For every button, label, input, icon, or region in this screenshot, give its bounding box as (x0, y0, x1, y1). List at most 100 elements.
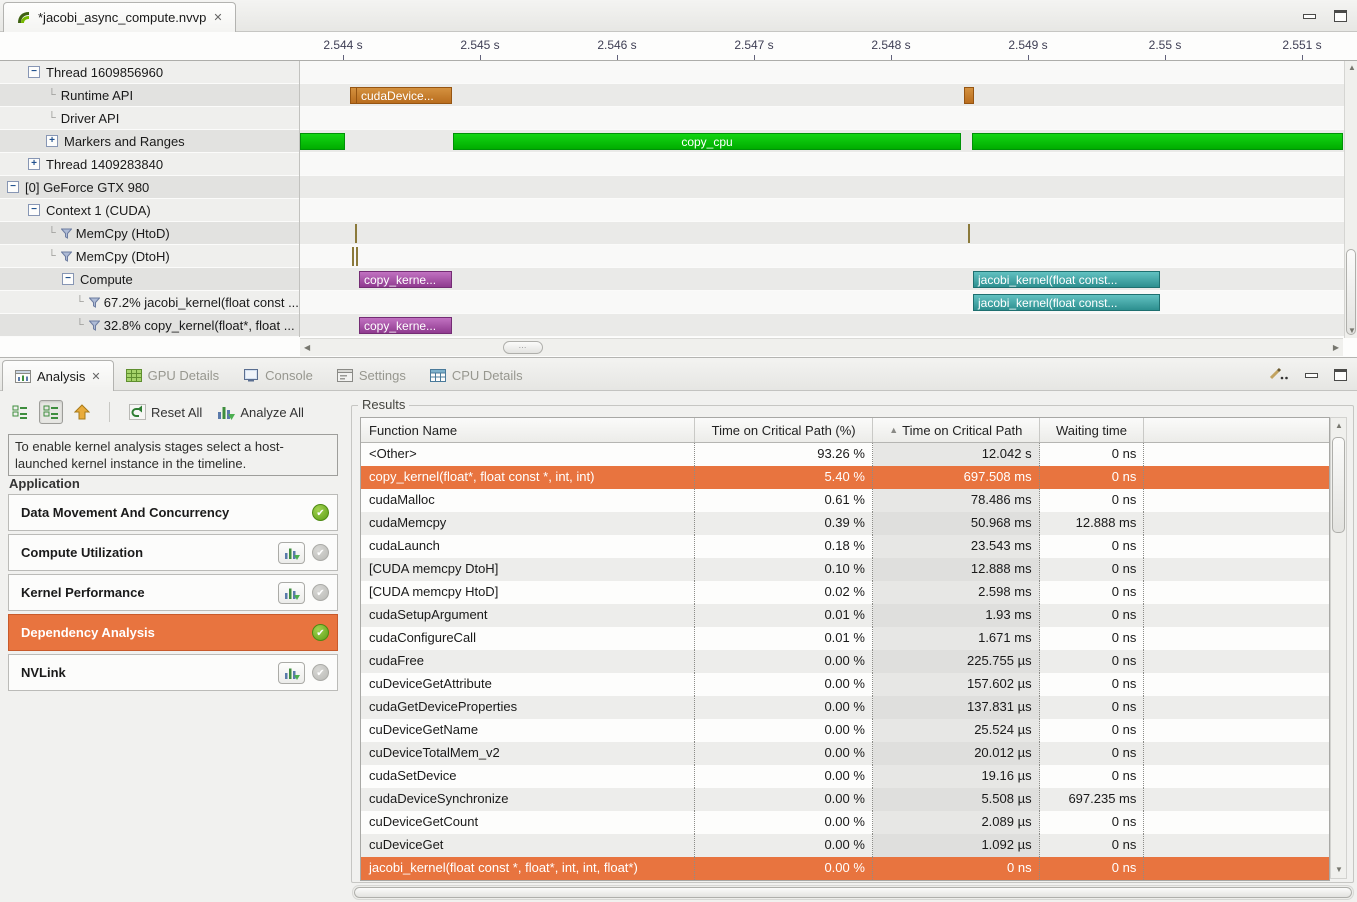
scroll-down-icon[interactable]: ▼ (1335, 866, 1343, 874)
timeline-bar-memline[interactable] (968, 224, 970, 243)
tree-row-memcpy-htod[interactable]: └MemCpy (HtoD) (0, 222, 299, 245)
expand-icon[interactable]: + (28, 158, 40, 170)
scroll-left-icon[interactable]: ◀ (304, 344, 310, 352)
timeline-bar-memline[interactable] (352, 247, 354, 266)
timeline-lane-runtime-api[interactable]: cudaDevice... (300, 84, 1344, 107)
timeline-ruler[interactable]: 2.544 s2.545 s2.546 s2.547 s2.548 s2.549… (0, 32, 1357, 61)
minimize-icon[interactable] (1305, 373, 1318, 378)
tab-gpu-details[interactable]: GPU Details (114, 360, 232, 391)
timeline-bar-copy-kerne[interactable]: copy_kerne... (359, 271, 452, 288)
tree-row-67-2-jacobi-kernel-float-const[interactable]: └67.2% jacobi_kernel(float const ... (0, 291, 299, 314)
tree-row-compute[interactable]: −Compute (0, 268, 299, 291)
scroll-up-icon[interactable]: ▲ (1348, 64, 1356, 72)
results-column-header-function-name[interactable]: Function Name (361, 418, 695, 442)
timeline-lane-67-2-jacobi-kernel-float-const[interactable]: jacobi_kernel(float const... (300, 291, 1344, 314)
timeline-bar-jacobi-kernel-float-const[interactable]: jacobi_kernel(float const... (973, 294, 1160, 311)
expand-analysis-list-button[interactable] (8, 400, 32, 424)
timeline-lane-thread-1409283840[interactable] (300, 153, 1344, 176)
stage-compute-utilization[interactable]: Compute Utilization✔ (8, 534, 338, 571)
results-row-cuda-memcpy-htod[interactable]: [CUDA memcpy HtoD]0.02 %2.598 ms0 ns (361, 581, 1329, 604)
results-row-cudevicegetattribute[interactable]: cuDeviceGetAttribute0.00 %157.602 µs0 ns (361, 673, 1329, 696)
tree-row-runtime-api[interactable]: └Runtime API (0, 84, 299, 107)
timeline-lane-32-8-copy-kernel-float-float[interactable]: copy_kerne... (300, 314, 1344, 337)
results-column-header-waiting-time[interactable]: Waiting time (1040, 418, 1145, 442)
collapse-icon[interactable]: − (28, 204, 40, 216)
results-row-cudevicegetname[interactable]: cuDeviceGetName0.00 %25.524 µs0 ns (361, 719, 1329, 742)
scroll-right-icon[interactable]: ▶ (1333, 344, 1339, 352)
results-row-cudamalloc[interactable]: cudaMalloc0.61 %78.486 ms0 ns (361, 489, 1329, 512)
timeline-bar-copy-kerne[interactable]: copy_kerne... (359, 317, 452, 334)
timeline-hscrollbar[interactable]: ◀ ⋯ ▶ (300, 338, 1343, 356)
minimize-icon[interactable] (1303, 14, 1316, 19)
results-row-cuda-memcpy-dtoh[interactable]: [CUDA memcpy DtoH]0.10 %12.888 ms0 ns (361, 558, 1329, 581)
timeline-bar-marker[interactable] (300, 133, 345, 150)
timeline-lane-markers-and-ranges[interactable]: copy_cpu (300, 130, 1344, 153)
scroll-down-icon[interactable]: ▼ (1348, 327, 1356, 335)
view-menu-icon[interactable] (1269, 367, 1289, 383)
filter-icon[interactable] (61, 251, 72, 262)
stage-nvlink[interactable]: NVLink✔ (8, 654, 338, 691)
timeline-bar-copy-cpu[interactable]: copy_cpu (453, 133, 961, 150)
results-row-cudamemcpy[interactable]: cudaMemcpy0.39 %50.968 ms12.888 ms (361, 512, 1329, 535)
tree-row-0-geforce-gtx-980[interactable]: −[0] GeForce GTX 980 (0, 176, 299, 199)
results-row-cudevicegetcount[interactable]: cuDeviceGetCount0.00 %2.089 µs0 ns (361, 811, 1329, 834)
timeline-lane-driver-api[interactable] (300, 107, 1344, 130)
timeline-vscroll-handle[interactable] (1346, 249, 1356, 335)
maximize-icon[interactable] (1334, 10, 1347, 22)
results-hscrollbar[interactable] (352, 885, 1354, 900)
timeline-vscrollbar[interactable]: ▲ ▼ (1344, 61, 1357, 338)
timeline-bar-marker[interactable] (972, 133, 1343, 150)
tree-row-memcpy-dtoh[interactable]: └MemCpy (DtoH) (0, 245, 299, 268)
results-row-cudalaunch[interactable]: cudaLaunch0.18 %23.543 ms0 ns (361, 535, 1329, 558)
results-row-cudevicetotalmem-v2[interactable]: cuDeviceTotalMem_v20.00 %20.012 µs0 ns (361, 742, 1329, 765)
timeline-lane-thread-1609856960[interactable] (300, 61, 1344, 84)
filter-icon[interactable] (61, 228, 72, 239)
timeline-bar-cudadevice[interactable]: cudaDevice... (356, 87, 452, 104)
results-column-header-blank[interactable] (1144, 418, 1329, 442)
close-icon[interactable]: ✕ (213, 11, 222, 24)
timeline-bar-jacobi-kernel-float-const[interactable]: jacobi_kernel(float const... (973, 271, 1160, 288)
promote-stage-button[interactable] (70, 400, 94, 424)
maximize-icon[interactable] (1334, 369, 1347, 381)
timeline-lane-memcpy-dtoh[interactable] (300, 245, 1344, 268)
results-row-cudagetdeviceproperties[interactable]: cudaGetDeviceProperties0.00 %137.831 µs0… (361, 696, 1329, 719)
tab-analysis[interactable]: Analysis✕ (2, 360, 114, 391)
timeline-lane-memcpy-htod[interactable] (300, 222, 1344, 245)
timeline-bar-memline[interactable] (355, 224, 357, 243)
timeline-bar-runtime[interactable] (964, 87, 974, 104)
reset-all-button[interactable]: Reset All (125, 402, 206, 422)
tab-settings[interactable]: Settings (325, 360, 418, 391)
timeline-lane-context-1-cuda[interactable] (300, 199, 1344, 222)
stage-data-movement-and-concurrency[interactable]: Data Movement And Concurrency✔ (8, 494, 338, 531)
results-row-cudeviceget[interactable]: cuDeviceGet0.00 %1.092 µs0 ns (361, 834, 1329, 857)
expand-icon[interactable]: + (46, 135, 58, 147)
timeline-lane-0-geforce-gtx-980[interactable] (300, 176, 1344, 199)
editor-tab-jacobi-async-compute[interactable]: *jacobi_async_compute.nvvp ✕ (3, 2, 236, 32)
results-row-jacobi-kernel-float-const-float-int-int-float[interactable]: jacobi_kernel(float const *, float*, int… (361, 857, 1329, 880)
collapse-analysis-list-button[interactable] (39, 400, 63, 424)
tree-row-driver-api[interactable]: └Driver API (0, 107, 299, 130)
tree-row-markers-and-ranges[interactable]: +Markers and Ranges (0, 130, 299, 153)
tree-row-context-1-cuda[interactable]: −Context 1 (CUDA) (0, 199, 299, 222)
tab-cpu-details[interactable]: CPU Details (418, 360, 535, 391)
results-row-copy-kernel-float-float-const-int-int[interactable]: copy_kernel(float*, float const *, int, … (361, 466, 1329, 489)
close-icon[interactable]: ✕ (91, 370, 100, 383)
collapse-icon[interactable]: − (7, 181, 19, 193)
stage-chart-button[interactable] (278, 582, 305, 604)
results-hscroll-handle[interactable] (354, 887, 1352, 898)
scroll-up-icon[interactable]: ▲ (1335, 422, 1343, 430)
stage-chart-button[interactable] (278, 542, 305, 564)
results-row-cudasetupargument[interactable]: cudaSetupArgument0.01 %1.93 ms0 ns (361, 604, 1329, 627)
collapse-icon[interactable]: − (28, 66, 40, 78)
stage-chart-button[interactable] (278, 662, 305, 684)
filter-icon[interactable] (89, 320, 100, 331)
results-row-other[interactable]: <Other>93.26 %12.042 s0 ns (361, 443, 1329, 466)
tab-console[interactable]: Console (231, 360, 325, 391)
timeline-lane-compute[interactable]: copy_kerne... jacobi_kernel(float const..… (300, 268, 1344, 291)
results-row-cudaconfigurecall[interactable]: cudaConfigureCall0.01 %1.671 ms0 ns (361, 627, 1329, 650)
results-vscrollbar[interactable]: ▲ ▼ (1330, 417, 1347, 879)
tree-row-32-8-copy-kernel-float-float[interactable]: └32.8% copy_kernel(float*, float ... (0, 314, 299, 337)
results-row-cudasetdevice[interactable]: cudaSetDevice0.00 %19.16 µs0 ns (361, 765, 1329, 788)
tree-row-thread-1609856960[interactable]: −Thread 1609856960 (0, 61, 299, 84)
tree-row-thread-1409283840[interactable]: +Thread 1409283840 (0, 153, 299, 176)
